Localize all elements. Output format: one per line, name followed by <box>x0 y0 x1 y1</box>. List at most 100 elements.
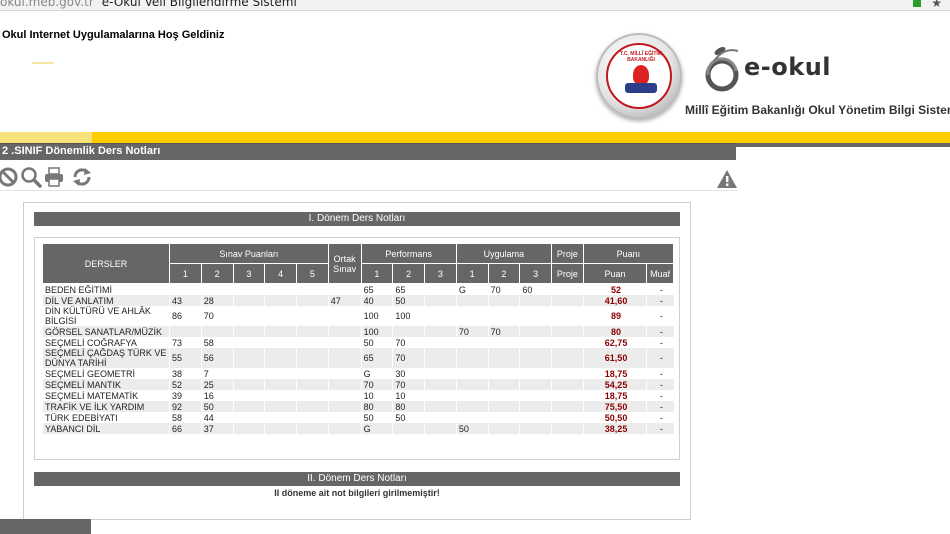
col-header-uyg-2: 2 <box>487 263 521 284</box>
sinav-cell <box>264 306 297 326</box>
table-row: SEÇMELİ MATEMATİK 39 16 10 10 18,75 - <box>42 390 674 401</box>
sinav-cell: 73 <box>169 337 202 348</box>
proje-cell <box>551 423 584 434</box>
print-icon[interactable] <box>43 166 65 188</box>
uyg-cell <box>487 390 520 401</box>
title-bar-extension <box>736 143 950 147</box>
address-bar[interactable]: okul.meb.gov.tr e-Okul Veli Bilgilendirme… <box>0 0 297 9</box>
subject-cell: TÜRK EDEBİYATI <box>42 412 170 423</box>
subject-cell: TRAFİK VE İLK YARDIM <box>42 401 170 412</box>
table-row: TRAFİK VE İLK YARDIM 92 50 80 80 75,50 - <box>42 401 674 412</box>
uyg-cell <box>487 295 520 306</box>
puan-cell: 89 <box>582 306 647 326</box>
term1-header: I. Dönem Ders Notları <box>34 212 680 226</box>
perf-cell <box>424 379 457 390</box>
sinav-cell <box>232 379 265 390</box>
col-header-dersler: DERSLER <box>42 243 170 284</box>
term2-message: II döneme ait not bilgileri girilmemişti… <box>274 488 440 498</box>
sinav-cell <box>264 423 297 434</box>
col-header-perf-2: 2 <box>392 263 426 284</box>
col-header-uyg-1: 1 <box>455 263 489 284</box>
uyg-cell <box>487 348 520 368</box>
proje-cell <box>551 306 584 326</box>
extension-icon[interactable] <box>913 0 922 7</box>
perf-cell: 50 <box>392 412 425 423</box>
ortak-cell <box>327 306 362 326</box>
ministry-seal-icon: T.C. MİLLÎ EĞİTİM BAKANLIĞI <box>596 33 682 119</box>
uyg-cell <box>455 390 489 401</box>
table-row: YABANCI DİL 66 37 G 50 38,25 - <box>42 423 674 434</box>
cancel-icon[interactable] <box>0 166 19 188</box>
puan-cell: 80 <box>582 326 647 337</box>
subject-cell: GÖRSEL SANATLAR/MÜZİK <box>42 326 170 337</box>
perf-cell: 10 <box>392 390 425 401</box>
sinav-cell <box>296 401 329 412</box>
uyg-cell <box>519 348 552 368</box>
grades-panel: I. Dönem Ders Notları DERSLER Sınav Puan… <box>23 202 691 520</box>
sinav-cell <box>264 379 297 390</box>
star-icon[interactable]: ★ <box>931 0 942 10</box>
col-header-sinav-1: 1 <box>169 263 202 284</box>
sinav-cell <box>296 412 329 423</box>
puan-cell: 54,25 <box>582 379 647 390</box>
sinav-cell <box>232 283 265 295</box>
col-header-sinav-4: 4 <box>264 263 297 284</box>
e-okul-logo-text: e-okul <box>744 53 831 81</box>
col-header-proje: Proje <box>551 243 584 264</box>
uyg-cell <box>455 412 489 423</box>
uyg-cell <box>519 401 552 412</box>
table-row: GÖRSEL SANATLAR/MÜZİK 100 70 70 80 - <box>42 326 674 337</box>
table-row: DİN KÜLTÜRÜ VE AHLÂK BİLGİSİ 86 70 100 100… <box>42 306 674 326</box>
col-header-puan: Puan <box>582 263 648 284</box>
ortak-cell <box>327 379 362 390</box>
uyg-cell <box>519 306 552 326</box>
subject-cell: BEDEN EĞİTİMİ <box>42 283 170 295</box>
perf-cell: 65 <box>360 348 393 368</box>
warning-icon[interactable] <box>716 168 738 190</box>
perf-cell: 65 <box>360 283 393 295</box>
perf-cell <box>392 423 425 434</box>
sinav-cell <box>296 379 329 390</box>
torch-icon <box>633 65 649 85</box>
refresh-icon[interactable] <box>71 166 93 188</box>
proje-cell <box>551 401 584 412</box>
sinav-cell: 58 <box>200 337 233 348</box>
page-title: 2 .SINIF Dönemlik Ders Notları <box>0 143 736 160</box>
sinav-cell <box>296 423 329 434</box>
uyg-cell: 70 <box>455 326 489 337</box>
col-header-puani: Puanı <box>582 243 675 264</box>
sinav-cell: 16 <box>200 390 233 401</box>
perf-cell: 80 <box>360 401 393 412</box>
seal-text: T.C. MİLLÎ EĞİTİM BAKANLIĞI <box>620 51 662 63</box>
puan-cell: 18,75 <box>582 390 647 401</box>
perf-cell: 70 <box>392 379 425 390</box>
subject-cell: SEÇMELİ MATEMATİK <box>42 390 170 401</box>
search-icon[interactable] <box>20 166 42 188</box>
col-header-proje-sub: Proje <box>551 263 584 284</box>
puan-cell: 61,50 <box>582 348 647 368</box>
perf-cell: 50 <box>360 412 393 423</box>
proje-cell <box>551 283 584 295</box>
sinav-cell: 44 <box>200 412 233 423</box>
muaf-cell: - <box>646 348 674 368</box>
table-row: SEÇMELİ GEOMETRİ 38 7 G 30 18,75 - <box>42 368 674 379</box>
perf-cell: 65 <box>392 283 425 295</box>
subject-cell: YABANCI DİL <box>42 423 170 434</box>
sinav-cell <box>232 295 265 306</box>
sinav-cell <box>232 306 265 326</box>
sinav-cell: 25 <box>200 379 233 390</box>
uyg-cell <box>487 337 520 348</box>
muaf-cell: - <box>646 368 674 379</box>
uyg-cell <box>455 295 489 306</box>
col-header-uygulama: Uygulama <box>455 243 553 264</box>
perf-cell: G <box>360 423 393 434</box>
sinav-cell: 28 <box>200 295 233 306</box>
table-row: DİL VE ANLATIM 43 28 47 40 50 41,60 - <box>42 295 674 306</box>
ortak-cell <box>327 412 362 423</box>
uyg-cell <box>455 401 489 412</box>
muaf-cell: - <box>646 390 674 401</box>
puan-cell: 41,60 <box>582 295 647 306</box>
sinav-cell: 7 <box>200 368 233 379</box>
col-header-sinav: Sınav Puanları <box>169 243 329 264</box>
uyg-cell <box>519 368 552 379</box>
